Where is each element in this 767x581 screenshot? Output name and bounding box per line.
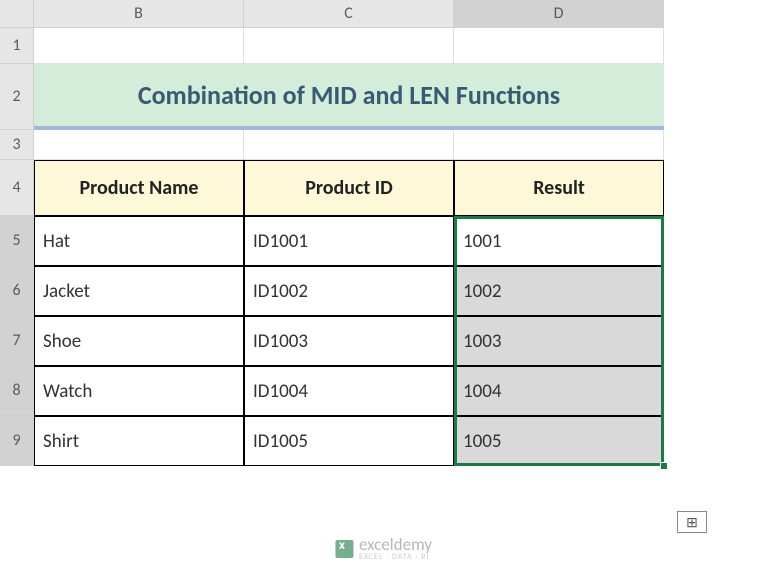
cell-c3[interactable] — [244, 130, 454, 160]
row-header-6[interactable]: 6 — [0, 266, 34, 316]
cell-result-0[interactable]: 1001 — [454, 216, 664, 266]
cell-result-1[interactable]: 1002 — [454, 266, 664, 316]
row-header-5[interactable]: 5 — [0, 216, 34, 266]
col-header-c[interactable]: C — [244, 0, 454, 28]
col-header-d[interactable]: D — [454, 0, 664, 28]
fill-handle[interactable] — [660, 462, 668, 470]
cell-product-id-1[interactable]: ID1002 — [244, 266, 454, 316]
row-header-1[interactable]: 1 — [0, 28, 34, 64]
cell-result-3[interactable]: 1004 — [454, 366, 664, 416]
cell-product-id-4[interactable]: ID1005 — [244, 416, 454, 466]
watermark-subtext: EXCEL · DATA · BI — [359, 553, 432, 561]
row-header-2[interactable]: 2 — [0, 64, 34, 130]
header-product-id[interactable]: Product ID — [244, 160, 454, 216]
header-result[interactable]: Result — [454, 160, 664, 216]
row-header-9[interactable]: 9 — [0, 416, 34, 466]
spreadsheet-grid: B C D 1 2 Combination of MID and LEN Fun… — [0, 0, 767, 466]
cell-d3[interactable] — [454, 130, 664, 160]
cell-product-name-3[interactable]: Watch — [34, 366, 244, 416]
watermark-text-block: exceldemy EXCEL · DATA · BI — [359, 536, 432, 561]
cell-c1[interactable] — [244, 28, 454, 64]
cell-product-id-2[interactable]: ID1003 — [244, 316, 454, 366]
watermark: exceldemy EXCEL · DATA · BI — [335, 536, 432, 561]
watermark-text: exceldemy — [359, 536, 432, 553]
cell-product-name-1[interactable]: Jacket — [34, 266, 244, 316]
title-cell[interactable]: Combination of MID and LEN Functions — [34, 64, 664, 130]
cell-product-id-3[interactable]: ID1004 — [244, 366, 454, 416]
cell-product-name-2[interactable]: Shoe — [34, 316, 244, 366]
row-header-4[interactable]: 4 — [0, 160, 34, 216]
cell-product-id-0[interactable]: ID1001 — [244, 216, 454, 266]
cell-b1[interactable] — [34, 28, 244, 64]
cell-b3[interactable] — [34, 130, 244, 160]
header-product-name[interactable]: Product Name — [34, 160, 244, 216]
col-header-b[interactable]: B — [34, 0, 244, 28]
row-header-8[interactable]: 8 — [0, 366, 34, 416]
row-header-3[interactable]: 3 — [0, 130, 34, 160]
autofill-options-icon[interactable] — [677, 511, 707, 533]
cell-d1[interactable] — [454, 28, 664, 64]
cell-result-2[interactable]: 1003 — [454, 316, 664, 366]
row-header-7[interactable]: 7 — [0, 316, 34, 366]
watermark-logo-icon — [335, 540, 353, 558]
cell-product-name-4[interactable]: Shirt — [34, 416, 244, 466]
cell-result-4[interactable]: 1005 — [454, 416, 664, 466]
select-all-corner[interactable] — [0, 0, 34, 28]
cell-product-name-0[interactable]: Hat — [34, 216, 244, 266]
